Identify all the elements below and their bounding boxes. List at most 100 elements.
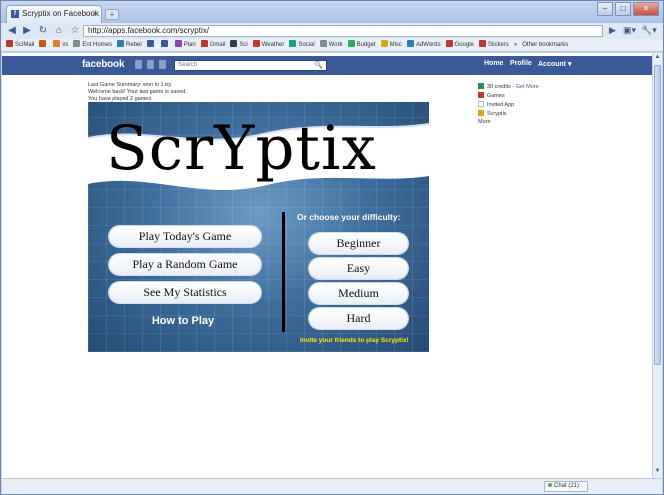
scryptix-game-canvas: ScrYptix Play Today's Game Play a Random…: [88, 102, 429, 352]
url-input[interactable]: http://apps.facebook.com/scryptix/: [83, 25, 603, 37]
bookmark-favicon-icon: [53, 40, 61, 47]
maximize-button[interactable]: □: [615, 2, 631, 16]
play-random-game-button[interactable]: Play a Random Game: [109, 254, 261, 275]
bookmark-label: AdWords: [415, 42, 441, 48]
bookmark-item[interactable]: Misc: [380, 39, 402, 51]
bookmark-label: Budget: [356, 42, 376, 48]
difficulty-hard-button[interactable]: Hard: [309, 308, 408, 329]
tab-close-icon[interactable]: ×: [92, 9, 97, 18]
bookmark-item[interactable]: Google: [445, 39, 474, 51]
bookmark-label: SciMail: [15, 42, 35, 48]
bookmark-item[interactable]: Plan: [174, 39, 196, 51]
scryptix-logo: ScrYptix: [106, 113, 377, 184]
reload-icon[interactable]: ↻: [37, 25, 49, 37]
bookmark-favicon-icon: [478, 40, 486, 47]
page-menu-icon[interactable]: ▣▾: [623, 25, 636, 36]
search-icon[interactable]: 🔍: [314, 61, 323, 70]
difficulty-beginner-button[interactable]: Beginner: [309, 233, 408, 254]
bookmark-favicon-icon: [146, 40, 154, 47]
new-tab-button[interactable]: +: [105, 9, 119, 20]
tab-title: Scryptix on Facebook: [22, 9, 99, 18]
bookmark-label: Misc: [389, 42, 402, 48]
scroll-up-icon[interactable]: ▲: [653, 54, 662, 63]
chat-button[interactable]: Chat (21): [544, 481, 588, 492]
go-icon[interactable]: ▶: [609, 25, 616, 36]
bookmark-label: Gmail: [209, 42, 226, 48]
bookmark-item[interactable]: Sci: [230, 39, 248, 51]
bookmark-item[interactable]: vs: [53, 39, 68, 51]
bookmark-item[interactable]: Ent Homes: [73, 39, 113, 51]
address-toolbar: ◀ ▶ ↻ ⌂ ☆ http://apps.facebook.com/scryp…: [1, 23, 663, 39]
play-todays-game-button[interactable]: Play Today's Game: [109, 226, 261, 247]
bookmark-label: Plan: [183, 42, 196, 48]
bookmark-favicon-icon: [347, 40, 355, 47]
bookmark-item[interactable]: [39, 39, 48, 51]
difficulty-easy-button[interactable]: Easy: [309, 258, 408, 279]
forward-icon[interactable]: ▶: [21, 25, 33, 37]
invite-friends-link[interactable]: Invite your friends to play Scryptix!: [300, 337, 409, 344]
sidebar-item[interactable]: Invited App: [478, 101, 514, 108]
bookmark-item[interactable]: Rebel: [117, 39, 142, 51]
more-bookmarks-button[interactable]: »: [514, 39, 517, 51]
window-controls: – □ ✕: [597, 2, 659, 16]
tools-menu-icon[interactable]: 🔧▾: [641, 25, 657, 36]
nav-profile[interactable]: Profile: [510, 60, 532, 67]
page-scrollbar[interactable]: ▲ ▼: [652, 53, 662, 478]
bookmark-label: Social: [298, 42, 315, 48]
online-status-icon: [548, 483, 552, 487]
bookmark-item[interactable]: Slickers: [478, 39, 509, 51]
sidebar-item-icon: [478, 101, 484, 107]
how-to-play-link[interactable]: How to Play: [123, 315, 243, 327]
notifications-icon[interactable]: [159, 60, 166, 69]
bookmark-label: Ent Homes: [82, 42, 113, 48]
bookmark-favicon-icon: [117, 40, 125, 47]
nav-account[interactable]: Account ▾: [538, 60, 571, 68]
home-icon[interactable]: ⌂: [53, 25, 65, 37]
scroll-thumb[interactable]: [654, 65, 661, 365]
bookmark-label: Slickers: [487, 42, 509, 48]
bookmark-item[interactable]: Weather: [252, 39, 284, 51]
close-window-button[interactable]: ✕: [633, 2, 659, 16]
sidebar-item[interactable]: 30 credits · Get More: [478, 83, 539, 90]
bookmark-favicon-icon: [73, 40, 81, 47]
facebook-header: facebook Search 🔍 Home Profile Account ▾: [2, 56, 652, 75]
sidebar-item-link[interactable]: Get More: [516, 84, 539, 90]
nav-home[interactable]: Home: [484, 60, 503, 67]
sidebar-item[interactable]: Scryptix: [478, 110, 507, 117]
browser-window: f Scryptix on Facebook × + – □ ✕ ◀ ▶ ↻ ⌂…: [0, 0, 664, 495]
page-content: facebook Search 🔍 Home Profile Account ▾…: [2, 53, 652, 478]
scroll-down-icon[interactable]: ▼: [653, 468, 662, 477]
bookmark-item[interactable]: Budget: [347, 39, 376, 51]
bookmark-favicon-icon: [200, 40, 208, 47]
bookmark-item[interactable]: [160, 39, 170, 51]
bookmark-favicon-icon: [174, 40, 182, 47]
bookmark-item[interactable]: Work: [319, 39, 343, 51]
game-summary-note: Last Game Summary: won in 1 try.: [88, 82, 173, 88]
minimize-button[interactable]: –: [597, 2, 613, 16]
sidebar-item[interactable]: More: [478, 119, 491, 125]
bookmark-item[interactable]: Social: [289, 39, 315, 51]
back-icon[interactable]: ◀: [6, 25, 18, 37]
sidebar-item-icon: [478, 110, 484, 116]
bookmark-item[interactable]: SciMail: [6, 39, 35, 51]
bookmark-favicon-icon: [319, 40, 327, 47]
bookmark-label: Sci: [239, 42, 248, 48]
other-bookmarks-button[interactable]: Other bookmarks: [522, 39, 568, 51]
tab-strip: f Scryptix on Facebook × + – □ ✕: [1, 1, 663, 23]
bookmark-item[interactable]: AdWords: [406, 39, 441, 51]
facebook-logo[interactable]: facebook: [82, 59, 125, 70]
tab-scryptix[interactable]: f Scryptix on Facebook ×: [6, 5, 102, 23]
choose-difficulty-label: Or choose your difficulty:: [297, 212, 401, 222]
difficulty-medium-button[interactable]: Medium: [309, 283, 408, 304]
bookmark-star-icon[interactable]: ☆: [69, 25, 81, 37]
bookmark-item[interactable]: Gmail: [200, 39, 226, 51]
messages-icon[interactable]: [147, 60, 154, 69]
sidebar-item-label: 30 credits: [487, 84, 511, 90]
bookmark-favicon-icon: [445, 40, 453, 47]
see-my-statistics-button[interactable]: See My Statistics: [109, 282, 261, 303]
friend-requests-icon[interactable]: [135, 60, 142, 69]
facebook-search-input[interactable]: Search 🔍: [174, 60, 327, 71]
bookmark-item[interactable]: [146, 39, 156, 51]
sidebar-item[interactable]: Games: [478, 92, 505, 99]
bookmark-favicon-icon: [289, 40, 297, 47]
